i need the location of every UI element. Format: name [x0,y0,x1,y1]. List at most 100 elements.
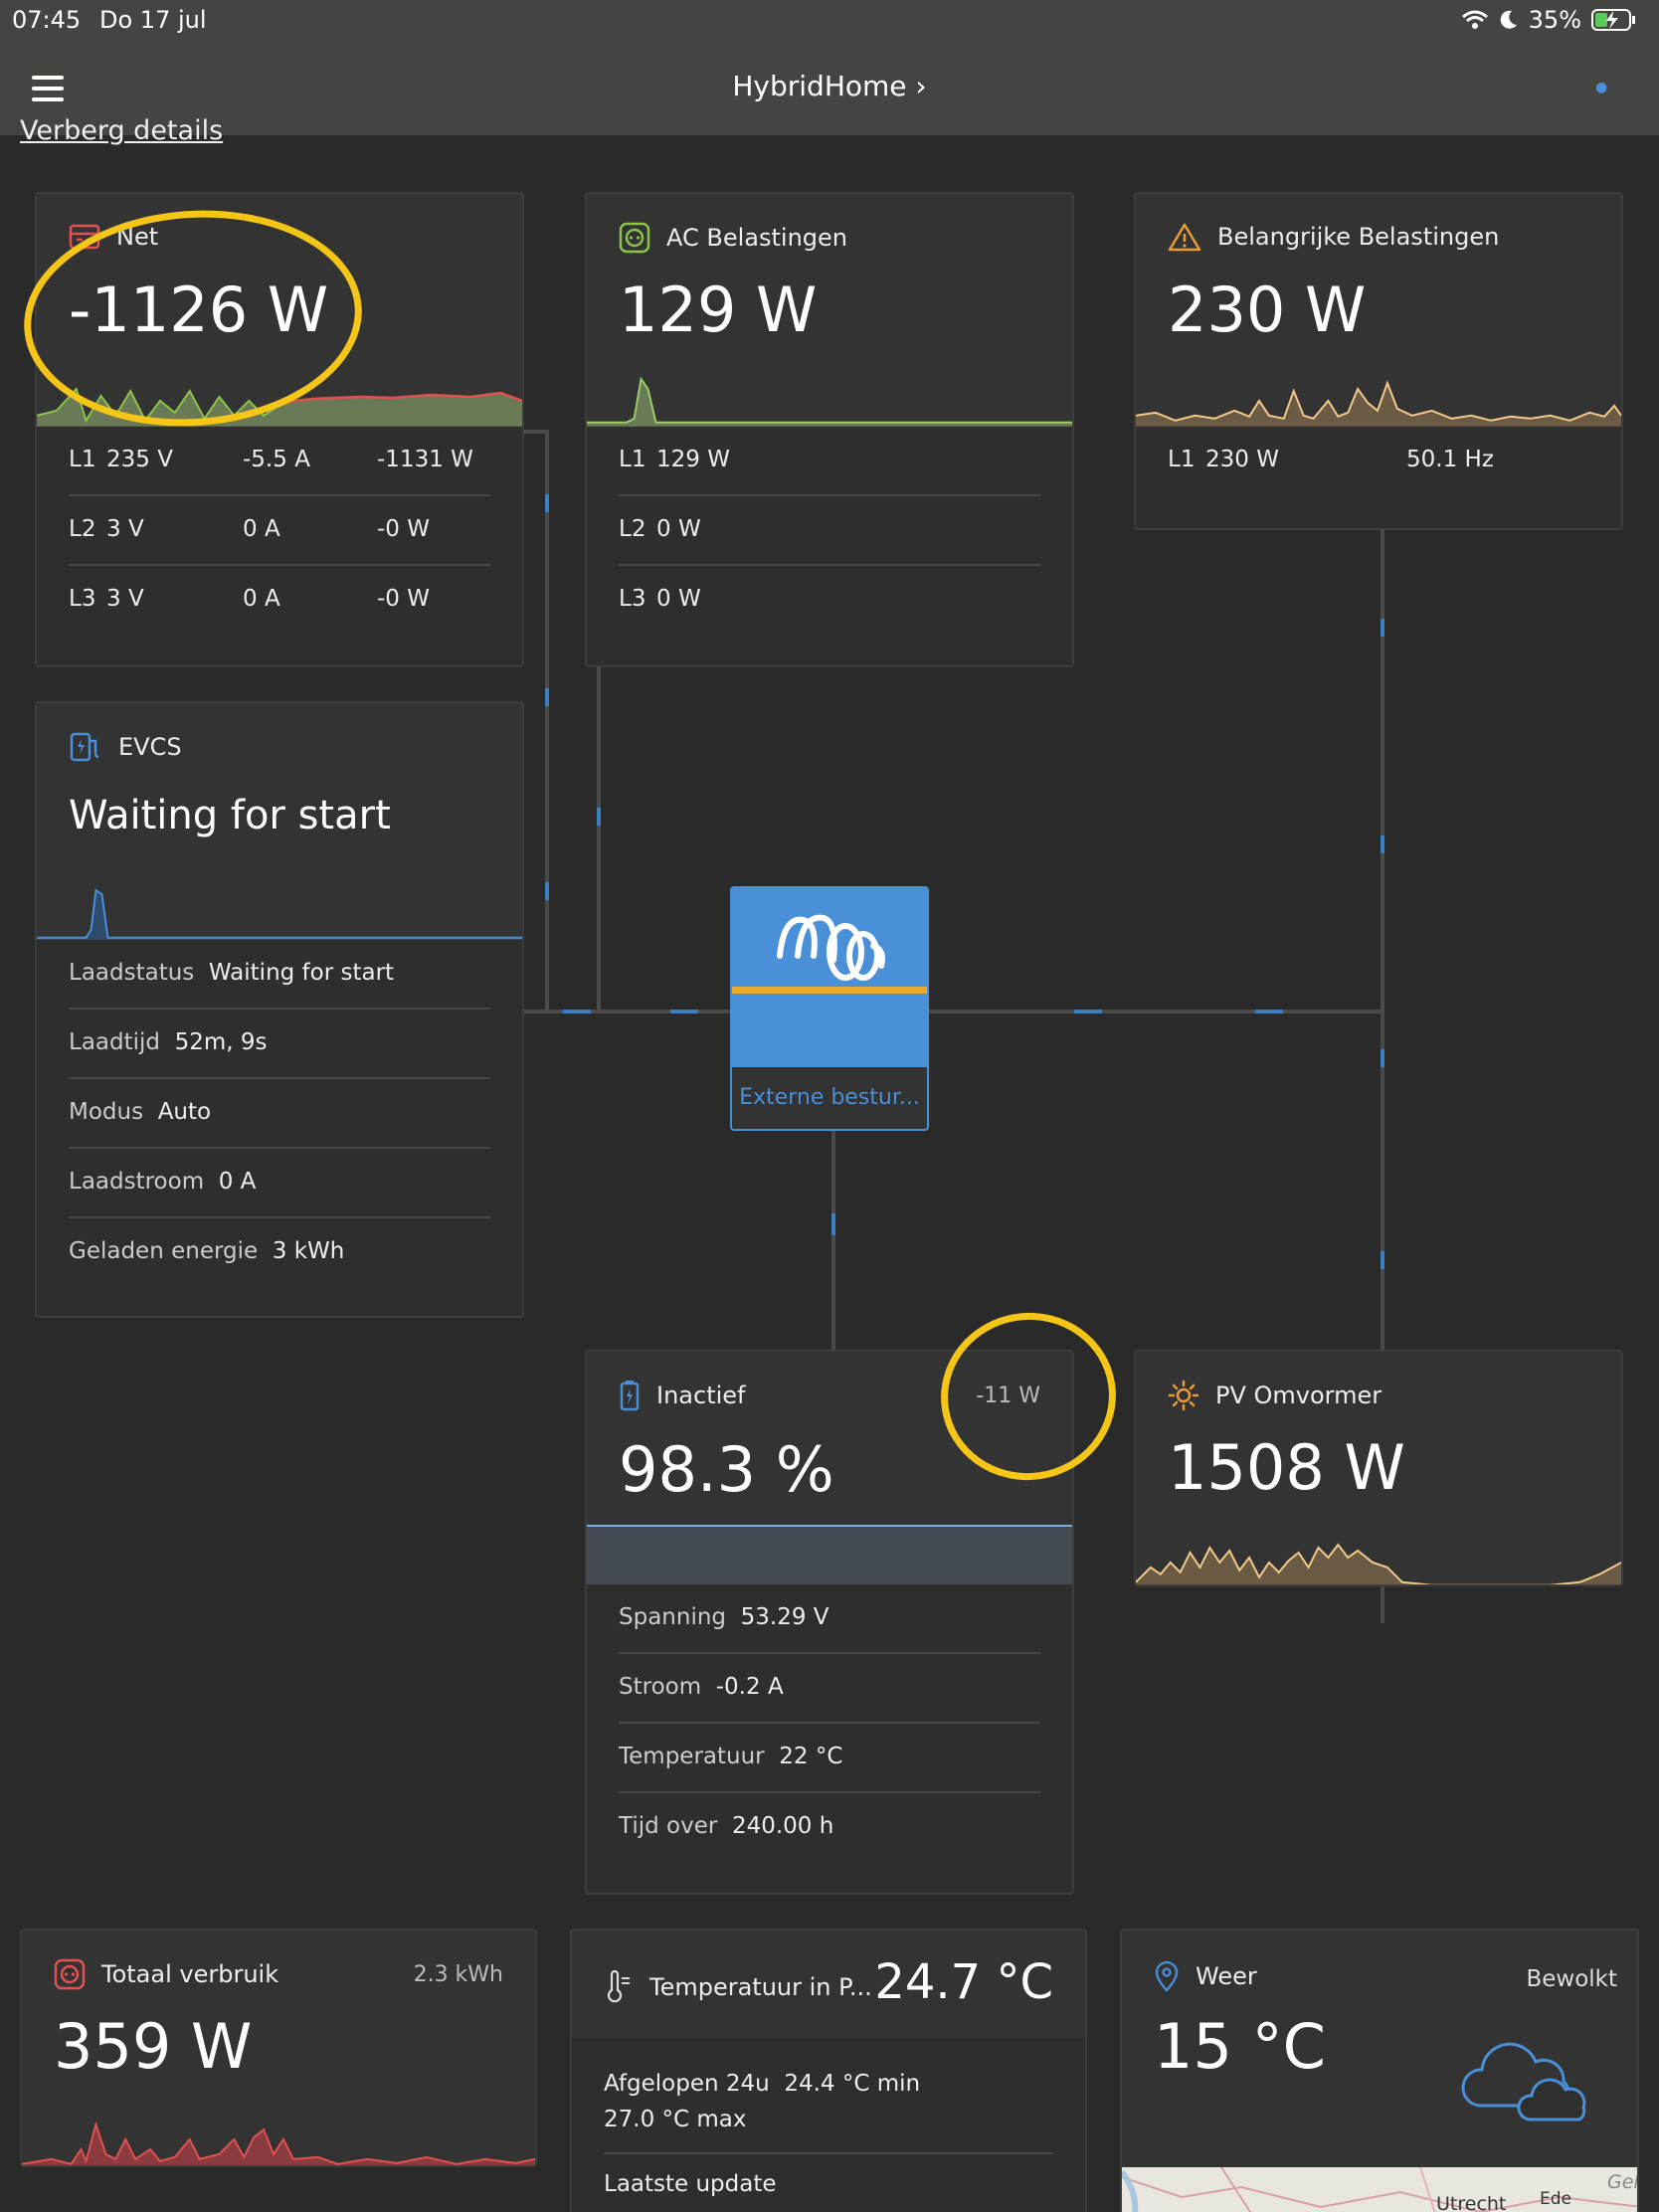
temperature-update-label: Laatste update [604,2171,777,2197]
flow-indicator [563,1010,591,1014]
grid-details: L1 235 V -5.5 A -1131 W L2 3 V0 A -0 W L3 3 V0… [37,427,522,665]
battery-icon [620,1381,640,1411]
battery-state: Inactief [656,1382,746,1409]
evcs-row: Geladen energie 3 kWh [69,1238,345,1264]
connector-line [927,1010,1384,1014]
thermometer-icon [607,1970,630,2003]
site-title: HybridHome [732,70,907,102]
total-title: Totaal verbruik [101,1960,279,1988]
connector-line [831,1129,835,1352]
flow-indicator [545,494,549,512]
ac-loads-title: AC Belastingen [666,224,847,252]
temperature-card[interactable]: Temperatuur in P... 24.7 °C Afgelopen 24… [570,1929,1087,2212]
temperature-details: Afgelopen 24u 24.4 °C min 27.0 °C max La… [572,2038,1085,2212]
flow-indicator [1381,835,1384,853]
warning-icon [1168,223,1201,252]
map-label: Utrecht [1436,2193,1507,2212]
divider [604,2152,1053,2154]
ac-loads-sparkline [587,376,1072,427]
battery-row: Tijd over 240.00 h [619,1813,834,1839]
flow-indicator [1255,1010,1283,1014]
weather-map[interactable]: Utrecht Ede Geld [1122,2167,1637,2212]
notification-dot: ● [1595,80,1608,95]
pv-power: 1508 W [1168,1431,1405,1504]
flow-indicator [670,1010,698,1014]
temperature-past-label: Afgelopen 24u [604,2071,770,2097]
evcs-details: Laadstatus Waiting for start Laadtijd 52… [37,940,522,1316]
socket-icon [619,222,650,254]
flow-indicator [597,808,601,826]
grid-row-l1: L1 235 V -5.5 A -1131 W [69,427,490,496]
ac-row-l3: L3 0 W [619,586,701,612]
total-consumption-card[interactable]: Totaal verbruik 2.3 kWh 359 W [20,1929,537,2167]
app-header: HybridHome › ● [0,42,1659,135]
sun-icon [1168,1380,1199,1411]
battery-soc: 98.3 % [619,1433,834,1506]
essential-loads-card[interactable]: Belangrijke Belastingen 230 W L1 230 W 50.… [1134,192,1623,530]
ev-charger-icon [70,732,99,762]
map-label: Ede [1540,2189,1571,2209]
weather-temperature: 15 °C [1154,2010,1326,2083]
date: Do 17 jul [99,6,207,34]
inverter-accent-bar [732,987,927,994]
cloud-icon [1461,2042,1586,2121]
flow-indicator [1381,1049,1384,1067]
pv-title: PV Omvormer [1215,1382,1382,1409]
evcs-status: Waiting for start [69,793,391,838]
chevron-right-icon: › [915,70,927,102]
essential-loads-power: 230 W [1168,274,1367,346]
status-bar: 07:45 Do 17 jul 35% [0,0,1659,42]
flow-indicator [545,882,549,900]
evcs-card[interactable]: EVCS Waiting for start Laadstatus Waitin… [35,701,524,1318]
clock: 07:45 [12,6,82,34]
weather-title: Weer [1196,1962,1257,1990]
battery-row: Stroom -0.2 A [619,1654,1040,1724]
inverter-label[interactable]: Externe bestur... [732,1085,927,1110]
location-pin-icon [1155,1960,1179,1992]
map-label: Geld [1607,2171,1637,2193]
moon-icon [1500,10,1517,29]
essential-row-l1: L1 230 W 50.1 Hz [1168,447,1494,472]
evcs-row: Laadstroom 0 A [69,1149,490,1218]
essential-loads-title: Belangrijke Belastingen [1217,223,1500,251]
flow-indicator [831,1213,835,1235]
ac-row-l2: L2 0 W [619,496,1040,566]
evcs-row: Laadtijd 52m, 9s [69,1010,490,1079]
total-sparkline [22,2120,535,2165]
pv-sparkline [1136,1543,1621,1584]
temperature-title: Temperatuur in P... [649,1973,872,2001]
site-title-button[interactable]: HybridHome › [0,70,1659,102]
total-energy: 2.3 kWh [413,1962,503,1987]
battery-charging-icon [1591,9,1635,31]
evcs-row: Laadstatus Waiting for start [69,940,490,1010]
battery-percent: 35% [1528,6,1581,34]
evcs-title: EVCS [118,733,182,761]
temperature-value: 24.7 °C [874,1954,1053,2010]
battery-details: Spanning 53.29 V Stroom -0.2 A Temperatu… [587,1584,1072,1893]
grid-row-l3: L3 3 V0 A -0 W [69,586,430,612]
pv-inverter-card[interactable]: PV Omvormer 1508 W [1134,1350,1623,1586]
ac-loads-power: 129 W [619,274,818,346]
flow-indicator [1381,619,1384,637]
socket-icon [54,1958,86,1990]
essential-loads-sparkline [1136,380,1621,427]
flow-indicator [1381,1251,1384,1269]
flow-indicator [1074,1010,1102,1014]
wifi-icon [1461,10,1488,29]
evcs-row: Modus Auto [69,1079,490,1149]
battery-soc-bar [587,1525,1072,1584]
flow-indicator [545,688,549,706]
weather-card[interactable]: Weer Bewolkt 15 °C Utrecht Ede Geld [1120,1929,1639,2212]
ac-loads-card[interactable]: AC Belastingen 129 W L1 129 W L2 0 W L3 0 W [585,192,1074,667]
evcs-sparkline [37,888,522,940]
connector-line [597,666,601,1013]
connector-line [545,430,549,1013]
hide-details-link[interactable]: Verberg details [20,115,223,146]
inverter-tile[interactable]: Externe bestur... [730,886,929,1131]
weather-condition: Bewolkt [1526,1966,1617,1992]
battery-row: Spanning 53.29 V [619,1584,1040,1654]
total-power: 359 W [54,2010,253,2083]
ac-row-l1: L1 129 W [619,427,1040,496]
temperature-max: 27.0 °C max [604,2107,747,2132]
grid-row-l2: L2 3 V0 A -0 W [69,496,490,566]
